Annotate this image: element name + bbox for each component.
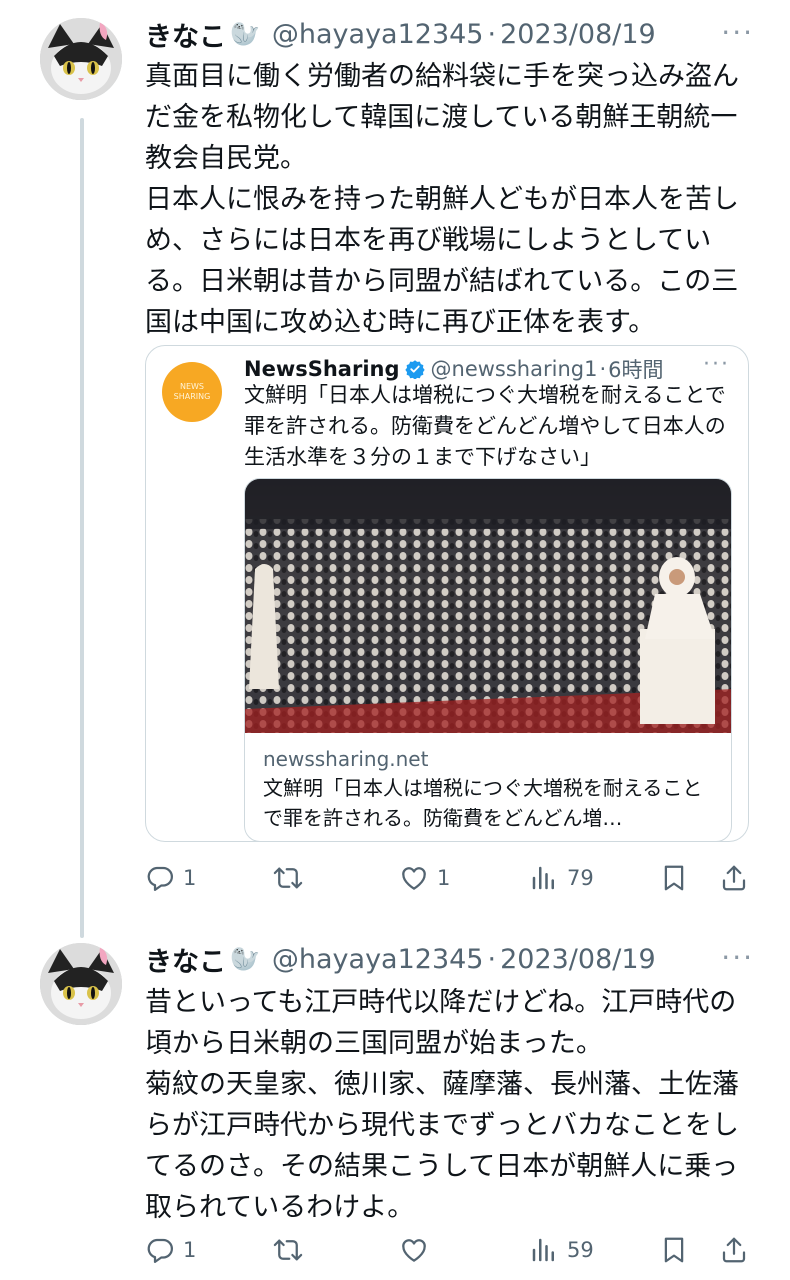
avatar[interactable] <box>40 943 122 1025</box>
quoted-tweet-text: 文鮮明「日本人は増税につぐ大増税を耐えることで罪を許される。防衛費をどんどん増や… <box>244 383 726 469</box>
avatar[interactable] <box>40 18 122 100</box>
link-card-domain: newssharing.net <box>263 747 429 771</box>
tweet-header: きなこ 🦭 @hayaya12345 · 2023/08/19 <box>145 14 656 54</box>
quoted-more-options-icon[interactable]: ··· <box>703 352 730 377</box>
separator-dot: · <box>487 943 497 975</box>
reply-icon <box>147 866 173 891</box>
link-card[interactable]: newssharing.net 文鮮明「日本人は増税につぐ大増税を耐えることで罪… <box>244 478 732 842</box>
separator-dot: · <box>487 18 497 50</box>
tweet-actions: 1 59 <box>145 1230 755 1270</box>
views-button[interactable]: 79 <box>529 858 594 898</box>
link-card-image <box>245 479 731 733</box>
reply-button[interactable]: 1 <box>145 858 196 898</box>
bookmark-icon <box>664 865 684 891</box>
tweet-text: 昔といっても江戸時代以降だけどね。江戸時代の頃から日米朝の三国同盟が始まった。 … <box>145 987 739 1223</box>
share-icon <box>722 865 746 891</box>
retweet-icon <box>273 1239 303 1261</box>
seal-emoji-icon: 🦭 <box>230 20 260 48</box>
quoted-tweet[interactable]: NEWS SHARING NewsSharing @newssharing1 ·… <box>145 345 749 842</box>
tweet-date[interactable]: 2023/08/19 <box>500 19 656 50</box>
like-button[interactable] <box>399 1230 437 1270</box>
tweet-date[interactable]: 2023/08/19 <box>500 944 656 975</box>
logo-text: NEWS SHARING <box>173 382 211 401</box>
share-button[interactable] <box>719 858 749 898</box>
reply-button[interactable]: 1 <box>145 1230 196 1270</box>
view-count: 59 <box>567 1238 594 1262</box>
retweet-button[interactable] <box>273 858 311 898</box>
verified-badge-icon <box>404 360 425 379</box>
link-card-title: 文鮮明「日本人は増税につぐ大増税を耐えることで罪を許される。防衛費をどんどん増… <box>263 776 703 830</box>
author-name[interactable]: きなこ <box>145 940 226 979</box>
bookmark-icon <box>664 1237 684 1263</box>
more-options-icon[interactable]: ··· <box>721 16 754 49</box>
like-count: 1 <box>437 866 451 890</box>
like-button[interactable]: 1 <box>399 858 450 898</box>
seal-emoji-icon: 🦭 <box>230 945 260 973</box>
share-button[interactable] <box>719 1230 749 1270</box>
views-icon <box>532 866 554 890</box>
reply-count: 1 <box>183 866 197 890</box>
tweet-text: 真面目に働く労働者の給料袋に手を突っ込み盗んだ金を私物化して韓国に渡している朝鮮… <box>145 61 739 338</box>
tweet-actions: 1 1 79 <box>145 858 755 898</box>
author-handle[interactable]: @hayaya12345 <box>272 944 484 975</box>
bookmark-button[interactable] <box>659 858 689 898</box>
tweet[interactable]: きなこ 🦭 @hayaya12345 · 2023/08/19 ··· 真面目に… <box>0 0 790 920</box>
view-count: 79 <box>567 866 594 890</box>
like-icon <box>402 867 426 890</box>
retweet-icon <box>273 867 303 889</box>
author-name[interactable]: きなこ <box>145 15 226 54</box>
tweet[interactable]: きなこ 🦭 @hayaya12345 · 2023/08/19 ··· 昔といっ… <box>0 925 790 1280</box>
share-icon <box>722 1237 746 1263</box>
separator-dot: · <box>599 357 607 381</box>
tweet-header: きなこ 🦭 @hayaya12345 · 2023/08/19 <box>145 939 656 979</box>
like-icon <box>402 1239 426 1262</box>
quoted-author-name[interactable]: NewsSharing <box>244 357 400 381</box>
newssharing-logo[interactable]: NEWS SHARING <box>162 362 222 422</box>
views-button[interactable]: 59 <box>529 1230 594 1270</box>
retweet-button[interactable] <box>273 1230 311 1270</box>
reply-count: 1 <box>183 1238 197 1262</box>
bookmark-button[interactable] <box>659 1230 689 1270</box>
quoted-author-handle[interactable]: @newssharing1 <box>431 357 598 381</box>
reply-icon <box>147 1238 173 1263</box>
author-handle[interactable]: @hayaya12345 <box>272 19 484 50</box>
views-icon <box>532 1238 554 1262</box>
more-options-icon[interactable]: ··· <box>721 941 754 974</box>
